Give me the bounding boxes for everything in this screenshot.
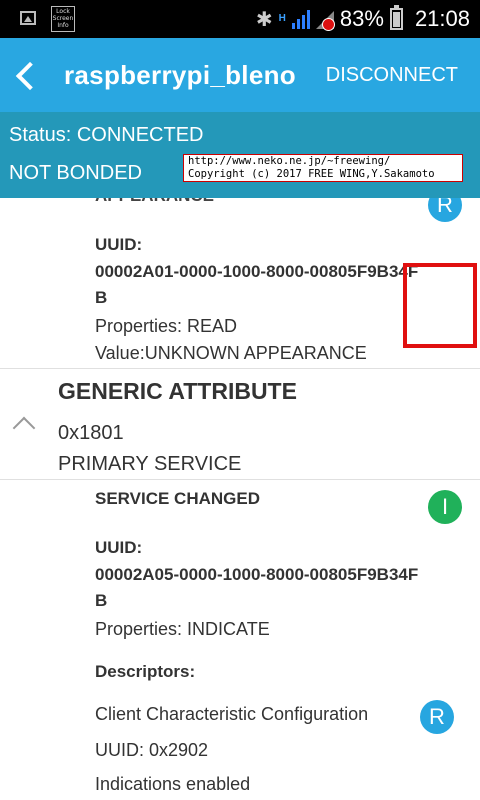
descriptor-name: Client Characteristic Configuration xyxy=(95,704,369,724)
bluetooth-icon: ✱ xyxy=(255,7,273,31)
service-type: PRIMARY SERVICE xyxy=(58,453,242,475)
status-bar: Lock Screen Info ✱ H 83% 21:08 xyxy=(0,0,480,38)
clock: 21:08 xyxy=(414,6,470,31)
disconnect-button[interactable]: DISCONNECT xyxy=(326,64,458,87)
app-bar: raspberrypi_bleno DISCONNECT xyxy=(0,38,480,112)
bond-status: NOT BONDED xyxy=(9,162,142,184)
descriptor-value: Indications enabled xyxy=(95,774,251,794)
service-name: GENERIC ATTRIBUTE xyxy=(58,378,297,404)
descriptors-label: Descriptors: xyxy=(95,662,196,681)
copyright-watermark: http://www.neko.ne.jp/~freewing/Copyrigh… xyxy=(183,154,463,182)
gallery-icon xyxy=(20,11,36,25)
uuid-value-line1: 00002A05-0000-1000-8000-00805F9B34F xyxy=(95,565,419,584)
chevron-up-icon[interactable] xyxy=(12,416,36,440)
uuid-label: UUID: xyxy=(95,235,143,254)
watermark-url: http://www.neko.ne.jp/~freewing/ xyxy=(188,155,391,167)
watermark-copyright: Copyright (c) 2017 FREE WING,Y.Sakamoto xyxy=(188,168,435,180)
indicate-badge-icon[interactable]: I xyxy=(428,490,462,524)
read-badge-icon[interactable]: R xyxy=(420,700,454,734)
status-indicators: ✱ H 83% 21:08 xyxy=(256,0,470,38)
characteristic-value: Value:UNKNOWN APPEARANCE xyxy=(95,343,367,363)
network-type-label: H xyxy=(278,13,286,24)
characteristic-properties: Properties: READ xyxy=(95,316,238,336)
uuid-value-line2: B xyxy=(95,591,108,610)
connection-status: Status: CONNECTED xyxy=(9,124,204,146)
battery-icon xyxy=(389,5,403,30)
battery-percent: 83% xyxy=(339,6,384,31)
uuid-value-line1: 00002A01-0000-1000-8000-00805F9B34F xyxy=(95,262,419,281)
service-short-uuid: 0x1801 xyxy=(58,422,124,444)
no-sim-signal-icon xyxy=(315,9,335,31)
uuid-value-line2: B xyxy=(95,288,108,307)
connection-status-band: Status: CONNECTED NOT BONDED http://www.… xyxy=(0,112,480,198)
characteristic-name: SERVICE CHANGED xyxy=(95,489,260,508)
characteristic-name: APPEARANCE xyxy=(95,198,214,206)
descriptor-uuid: UUID: 0x2902 xyxy=(95,740,209,760)
highlight-box xyxy=(403,263,477,348)
divider xyxy=(0,479,480,480)
uuid-label: UUID: xyxy=(95,538,143,557)
back-arrow-icon[interactable] xyxy=(12,58,40,92)
divider xyxy=(0,368,480,369)
read-badge-icon[interactable]: R xyxy=(428,198,462,222)
device-title: raspberrypi_bleno xyxy=(64,60,296,90)
signal-strength-icon xyxy=(291,9,310,29)
lock-screen-info-icon: Lock Screen Info xyxy=(51,6,75,32)
characteristic-properties: Properties: INDICATE xyxy=(95,619,270,639)
